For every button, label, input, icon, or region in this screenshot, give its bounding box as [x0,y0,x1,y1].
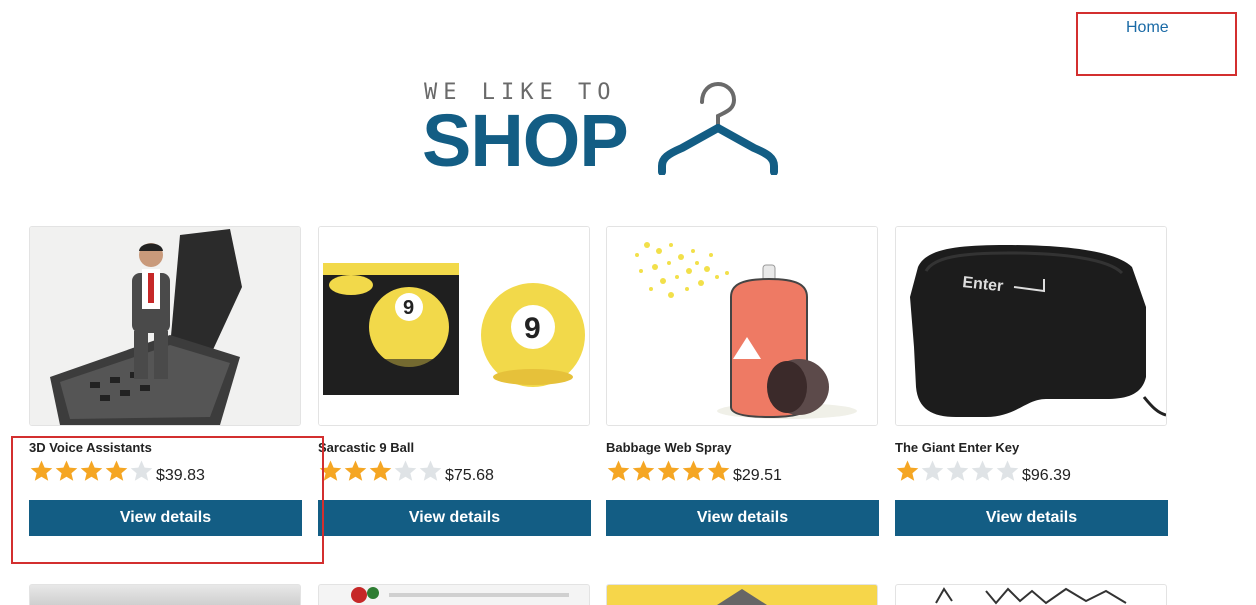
product-card-image-partial[interactable] [29,584,301,605]
product-card-image-partial[interactable] [895,584,1167,605]
product-card: 3D Voice Assistants $39.83 View details [29,226,303,536]
product-name[interactable]: Sarcastic 9 Ball [318,440,414,455]
star-filled-icon [657,460,680,481]
product-card: Enter The Giant Enter Key $96.39 View de… [895,226,1169,536]
star-empty-icon [394,460,417,481]
star-filled-icon [105,460,128,481]
sarcastic-9-ball-image[interactable]: 9 9 [318,226,590,426]
product-price: $96.39 [1022,466,1071,484]
shop-logo[interactable]: WE LIKE TO SHOP [422,78,784,182]
star-empty-icon [419,460,442,481]
star-empty-icon [921,460,944,481]
star-filled-icon [707,460,730,481]
svg-text:9: 9 [403,297,414,319]
star-empty-icon [946,460,969,481]
product-price: $29.51 [733,466,782,484]
product-card: Babbage Web Spray $29.51 View details [606,226,880,536]
product-price: $39.83 [156,466,205,484]
product-name[interactable]: Babbage Web Spray [606,440,731,455]
voice-assistant-figure-image[interactable] [29,226,301,426]
star-filled-icon [319,460,342,481]
star-filled-icon [344,460,367,481]
star-empty-icon [971,460,994,481]
home-link[interactable]: Home [1126,19,1169,37]
star-filled-icon [369,460,392,481]
star-filled-icon [30,460,53,481]
rating-stars [29,459,154,488]
star-empty-icon [996,460,1019,481]
product-name[interactable]: The Giant Enter Key [895,440,1019,455]
product-name[interactable]: 3D Voice Assistants [29,440,152,455]
product-card-image-partial[interactable] [318,584,590,605]
star-filled-icon [632,460,655,481]
product-rating: $29.51 [606,459,782,488]
rating-stars [318,459,443,488]
view-details-button[interactable]: View details [318,500,591,536]
star-filled-icon [80,460,103,481]
rating-stars [895,459,1020,488]
spray-can-image[interactable] [606,226,878,426]
rating-stars [606,459,731,488]
product-rating: $96.39 [895,459,1071,488]
view-details-button[interactable]: View details [895,500,1168,536]
star-filled-icon [896,460,919,481]
view-details-button[interactable]: View details [606,500,879,536]
hanger-icon [658,81,778,175]
logo-title: SHOP [422,99,629,182]
svg-text:9: 9 [524,312,541,345]
product-rating: $39.83 [29,459,205,488]
product-price: $75.68 [445,466,494,484]
product-card-image-partial[interactable] [606,584,878,605]
star-filled-icon [607,460,630,481]
view-details-button[interactable]: View details [29,500,302,536]
product-card: 9 9 Sarcastic 9 Ball $75.68 View details [318,226,592,536]
star-filled-icon [55,460,78,481]
star-empty-icon [130,460,153,481]
product-rating: $75.68 [318,459,494,488]
giant-enter-key-image[interactable]: Enter [895,226,1167,426]
star-filled-icon [682,460,705,481]
